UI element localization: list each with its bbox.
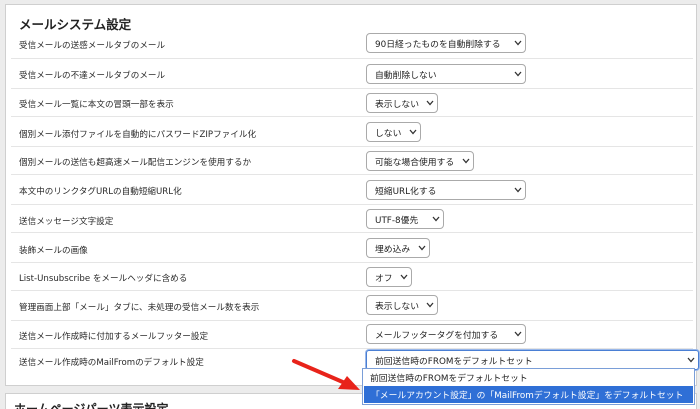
- dropdown-option[interactable]: 前回送信時のFROMをデフォルトセット: [363, 369, 694, 386]
- images-select[interactable]: 埋め込み: [366, 238, 430, 258]
- setting-label: 個別メールの送信も超高速メール配信エンジンを使用するか: [19, 158, 252, 168]
- chevron-down-icon: [415, 239, 429, 257]
- select-value: 表示しない: [375, 301, 419, 312]
- setting-label: 本文中のリンクタグURLの自動短縮URL化: [19, 187, 182, 197]
- chevron-down-icon: [423, 94, 437, 112]
- setting-label: 装飾メールの画像: [19, 246, 88, 256]
- unread-count-select[interactable]: 表示しない: [366, 295, 438, 315]
- setting-label: 送信メッセージ文字設定: [19, 217, 114, 227]
- chevron-down-icon: [397, 268, 411, 286]
- select-value: 短縮URL化する: [375, 186, 437, 197]
- setting-label: 管理画面上部「メール」タブに、未処理の受信メール数を表示: [19, 303, 260, 313]
- charset-select[interactable]: UTF-8優先: [366, 209, 444, 229]
- select-value: 可能な場合使用する: [375, 157, 455, 168]
- setting-label: 受信メールの不達メールタブのメール: [19, 71, 166, 81]
- setting-row-short-url: 本文中のリンクタグURLの自動短縮URL化 短縮URL化する: [11, 175, 693, 205]
- setting-label: 受信メール一覧に本文の冒頭一部を表示: [19, 100, 174, 110]
- section-title: ホームページパーツ表示設定: [14, 402, 169, 409]
- setting-label: 送信メール作成時に付加するメールフッター設定: [19, 332, 209, 342]
- chevron-down-icon: [511, 181, 525, 199]
- chevron-down-icon: [511, 65, 525, 83]
- setting-row-footer: 送信メール作成時に付加するメールフッター設定 メールフッタータグを付加する: [11, 321, 693, 349]
- setting-row-engine: 個別メールの送信も超高速メール配信エンジンを使用するか 可能な場合使用する: [11, 147, 693, 175]
- setting-row-zip: 個別メール添付ファイルを自動的にパスワードZIPファイル化 しない: [11, 117, 693, 147]
- select-value: しない: [375, 128, 402, 139]
- setting-row-images: 装飾メールの画像 埋め込み: [11, 233, 693, 263]
- chevron-down-icon: [423, 296, 437, 314]
- zip-select[interactable]: しない: [366, 122, 421, 142]
- chevron-down-icon: [406, 123, 420, 141]
- mail-system-settings-panel: メールシステム設定 受信メールの送感メールタブのメール 90日経ったものを自動削…: [5, 4, 699, 386]
- red-arrow-icon: [292, 359, 360, 390]
- setting-row-bounce-mail: 受信メールの不達メールタブのメール 自動削除しない: [11, 59, 693, 89]
- setting-row-charset: 送信メッセージ文字設定 UTF-8優先: [11, 205, 693, 233]
- select-value: 埋め込み: [375, 244, 411, 255]
- list-unsubscribe-select[interactable]: オフ: [366, 267, 412, 287]
- setting-label: 送信メール作成時のMailFromのデフォルト設定: [19, 358, 204, 368]
- select-value: 自動削除しない: [375, 70, 437, 81]
- chevron-down-icon: [511, 34, 525, 52]
- mailfrom-dropdown-list: 前回送信時のFROMをデフォルトセット 「メールアカウント設定」の「MailFr…: [362, 368, 695, 405]
- setting-label: 受信メールの送感メールタブのメール: [19, 41, 166, 51]
- setting-row-preview: 受信メール一覧に本文の冒頭一部を表示 表示しない: [11, 89, 693, 117]
- setting-row-received-mail: 受信メールの送感メールタブのメール 90日経ったものを自動削除する: [11, 29, 693, 59]
- setting-row-list-unsubscribe: List-Unsubscribe をメールヘッダに含める オフ: [11, 263, 693, 291]
- chevron-down-icon: [511, 325, 525, 343]
- setting-label: List-Unsubscribe をメールヘッダに含める: [19, 274, 188, 284]
- dropdown-option-highlighted[interactable]: 「メールアカウント設定」の「MailFromデフォルト設定」をデフォルトセット: [364, 386, 693, 403]
- preview-select[interactable]: 表示しない: [366, 93, 438, 113]
- engine-select[interactable]: 可能な場合使用する: [366, 151, 474, 171]
- select-value: メールフッタータグを付加する: [375, 330, 499, 341]
- footer-select[interactable]: メールフッタータグを付加する: [366, 324, 526, 344]
- select-value: UTF-8優先: [375, 215, 419, 226]
- setting-label: 個別メール添付ファイルを自動的にパスワードZIPファイル化: [19, 130, 257, 140]
- select-value: 前回送信時のFROMをデフォルトセット: [375, 356, 533, 367]
- select-value: 90日経ったものを自動削除する: [375, 39, 501, 50]
- chevron-down-icon: [429, 210, 443, 228]
- received-mail-select[interactable]: 90日経ったものを自動削除する: [366, 33, 526, 53]
- mailfrom-select[interactable]: 前回送信時のFROMをデフォルトセット: [366, 350, 699, 370]
- chevron-down-icon: [459, 152, 473, 170]
- bounce-mail-select[interactable]: 自動削除しない: [366, 64, 526, 84]
- select-value: 表示しない: [375, 99, 419, 110]
- chevron-down-icon: [684, 351, 698, 369]
- short-url-select[interactable]: 短縮URL化する: [366, 180, 526, 200]
- setting-row-unread-count: 管理画面上部「メール」タブに、未処理の受信メール数を表示 表示しない: [11, 291, 693, 321]
- select-value: オフ: [375, 273, 393, 284]
